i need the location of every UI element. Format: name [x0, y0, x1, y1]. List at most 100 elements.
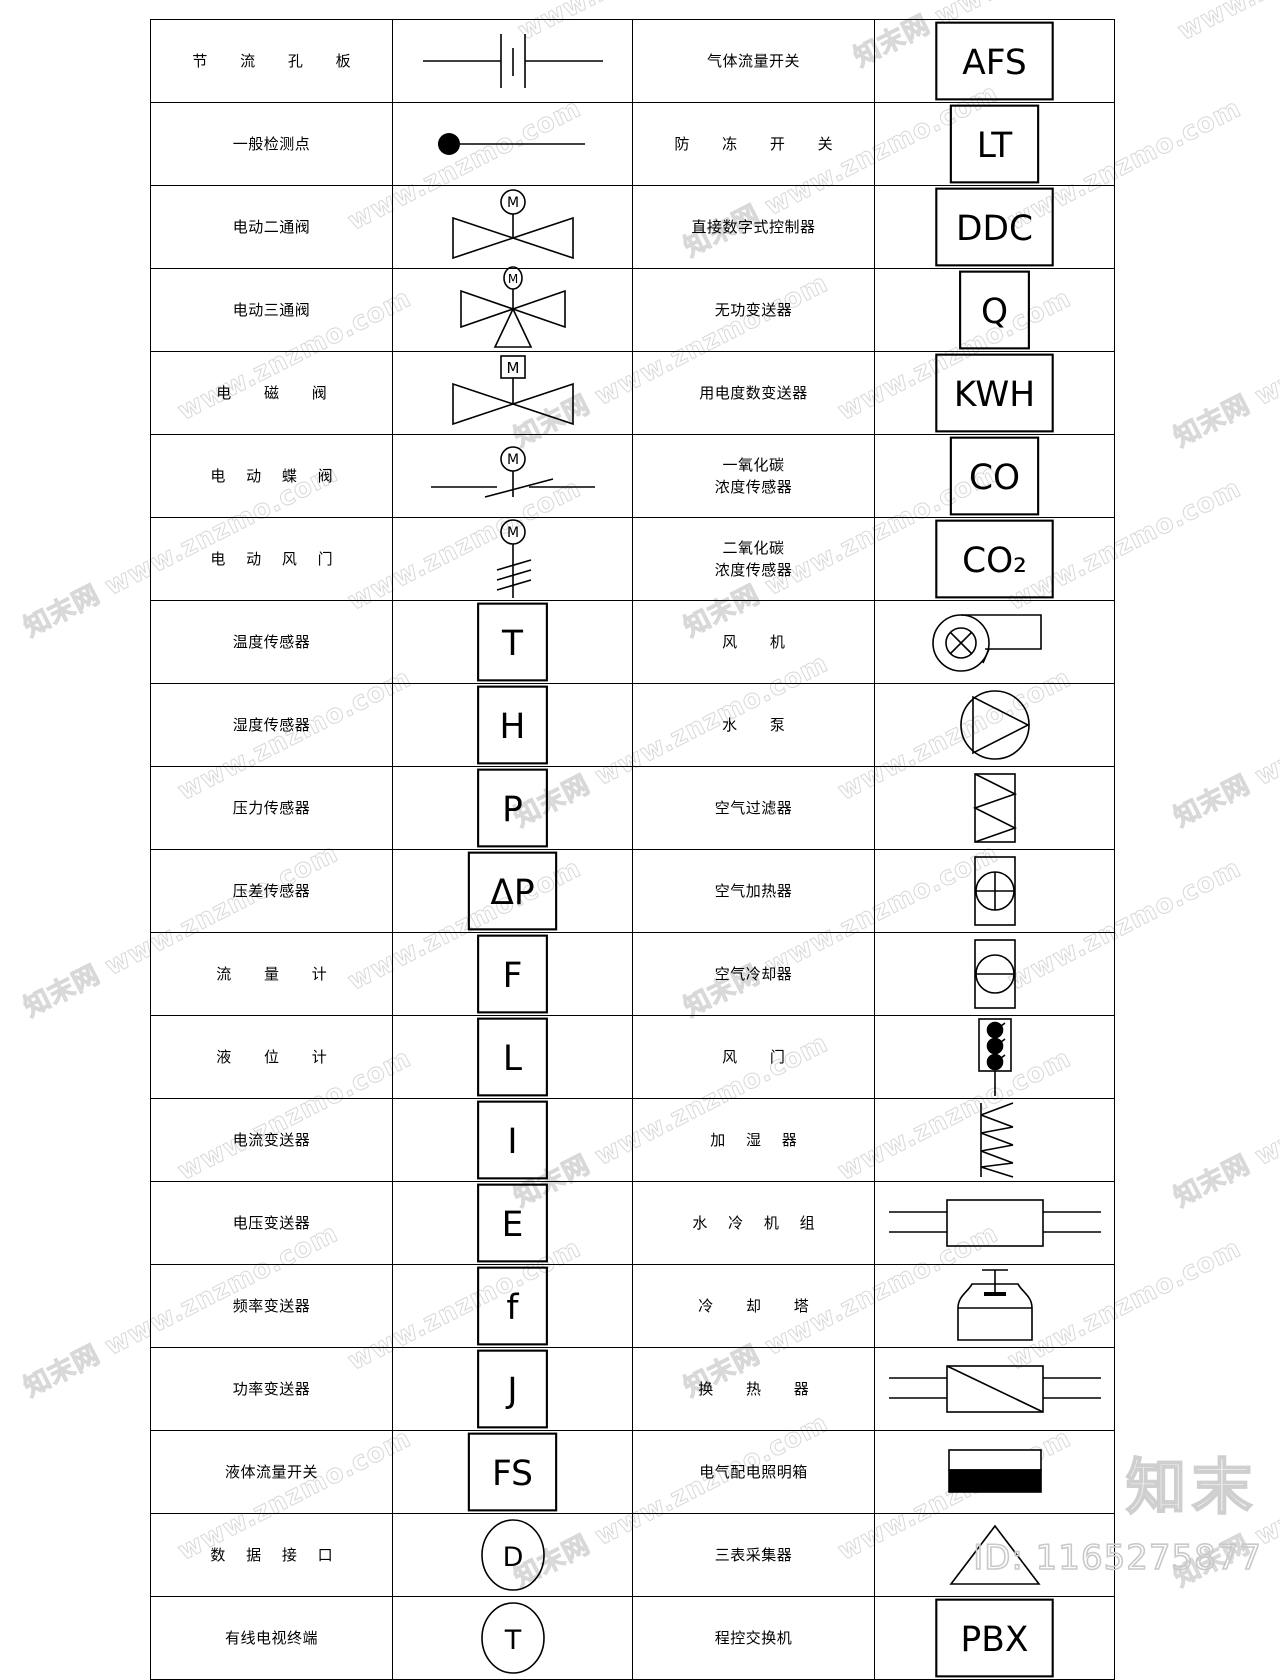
- right-label-cell: 换 热 器: [632, 1347, 875, 1431]
- right-label-cell: 防 冻 开 关: [632, 102, 875, 186]
- right-symbol-cell: [874, 600, 1115, 684]
- symbol-name-label: 用电度数变送器: [699, 383, 808, 402]
- right-symbol-cell: [874, 1098, 1115, 1182]
- svg-text:M: M: [506, 452, 518, 468]
- svg-text:M: M: [506, 195, 518, 211]
- left-symbol-cell: P: [392, 766, 633, 850]
- svg-text:LT: LT: [977, 126, 1013, 166]
- right-label-cell: 电气配电照明箱: [632, 1430, 875, 1514]
- symbol-name-label: 电 动 蝶 阀: [210, 466, 341, 485]
- symbol-name-label: 冷 却 塔: [698, 1296, 823, 1315]
- symbol-name-label: 水 泵: [722, 715, 799, 734]
- right-label-cell: 空气加热器: [632, 849, 875, 933]
- left-label-cell: 液 位 计: [150, 1015, 393, 1099]
- right-symbol-cell: [874, 849, 1115, 933]
- table-row: 压力传感器 P 空气过滤器: [150, 766, 1115, 850]
- symbol-name-label: 节 流 孔 板: [192, 51, 365, 70]
- symbol-box-text-icon: f: [393, 1265, 632, 1347]
- table-row: 节 流 孔 板 气体流量开关 AFS: [150, 19, 1115, 103]
- svg-text:Q: Q: [981, 292, 1008, 332]
- symbol-box-text-icon: T: [393, 601, 632, 683]
- svg-text:PBX: PBX: [961, 1620, 1029, 1660]
- symbol-name-label: 流 量 计: [216, 964, 341, 983]
- svg-text:f: f: [506, 1288, 519, 1328]
- symbol-cooling-tower-icon: [875, 1265, 1114, 1347]
- symbol-name-label: 气体流量开关: [706, 51, 800, 70]
- left-symbol-cell: M: [392, 434, 633, 518]
- table-row: 电 动 风 门 M 二氧化碳 浓度传感器 CO₂: [150, 517, 1115, 601]
- right-label-cell: 直接数字式控制器: [632, 185, 875, 269]
- watermark-text: www.znzmo.com: [1173, 0, 1280, 47]
- symbol-name-label: 有线电视终端: [224, 1628, 318, 1647]
- symbol-legend-table: 节 流 孔 板 气体流量开关 AFS 一般检测点 防 冻 开 关 LT 电动二通…: [150, 19, 1115, 1680]
- table-row: 压差传感器 ΔP 空气加热器: [150, 849, 1115, 933]
- symbol-box-text-icon: FS: [393, 1431, 632, 1513]
- symbol-heat-exchanger-icon: [875, 1348, 1114, 1430]
- symbol-name-label: 空气加热器: [714, 881, 793, 900]
- left-label-cell: 湿度传感器: [150, 683, 393, 767]
- right-label-cell: 一氧化碳 浓度传感器: [632, 434, 875, 518]
- symbol-air-filter-icon: [875, 767, 1114, 849]
- right-label-cell: 空气冷却器: [632, 932, 875, 1016]
- symbol-name-label: 液体流量开关: [224, 1462, 318, 1481]
- symbol-circle-text-icon: T: [393, 1597, 632, 1679]
- symbol-box-text-icon: F: [393, 933, 632, 1015]
- left-label-cell: 电流变送器: [150, 1098, 393, 1182]
- right-symbol-cell: CO: [874, 434, 1115, 518]
- table-row: 电 动 蝶 阀 M 一氧化碳 浓度传感器 CO: [150, 434, 1115, 518]
- left-label-cell: 电动三通阀: [150, 268, 393, 352]
- watermark-text: 知末网 www.znzmo.com: [1169, 648, 1280, 834]
- symbol-name-label: 直接数字式控制器: [691, 217, 816, 236]
- left-label-cell: 电 动 风 门: [150, 517, 393, 601]
- right-symbol-cell: [874, 1015, 1115, 1099]
- symbol-name-label: 空气过滤器: [714, 798, 793, 817]
- right-label-cell: 风 门: [632, 1015, 875, 1099]
- symbol-name-label: 程控交换机: [714, 1628, 793, 1647]
- right-label-cell: 用电度数变送器: [632, 351, 875, 435]
- table-row: 电流变送器 I 加 湿 器: [150, 1098, 1115, 1182]
- left-symbol-cell: T: [392, 1596, 633, 1680]
- symbol-box-text-icon: KWH: [875, 352, 1114, 434]
- symbol-box-text-icon: DDC: [875, 186, 1114, 268]
- left-label-cell: 数 据 接 口: [150, 1513, 393, 1597]
- left-symbol-cell: M: [392, 266, 633, 352]
- left-symbol-cell: J: [392, 1347, 633, 1431]
- right-symbol-cell: PBX: [874, 1596, 1115, 1680]
- left-label-cell: 节 流 孔 板: [150, 19, 393, 103]
- svg-text:ΔP: ΔP: [490, 873, 534, 913]
- symbol-solenoid-valve-icon: M: [393, 352, 632, 434]
- symbol-water-chiller-icon: [875, 1182, 1114, 1264]
- table-row: 流 量 计 F 空气冷却器: [150, 932, 1115, 1016]
- left-symbol-cell: I: [392, 1098, 633, 1182]
- symbol-name-label: 电动二通阀: [232, 217, 311, 236]
- svg-text:P: P: [502, 790, 523, 830]
- right-symbol-cell: [874, 766, 1115, 850]
- svg-text:T: T: [501, 624, 524, 664]
- right-symbol-cell: [874, 683, 1115, 767]
- svg-text:H: H: [500, 707, 526, 747]
- left-symbol-cell: M: [392, 351, 633, 435]
- symbol-box-text-icon: H: [393, 684, 632, 766]
- symbol-air-heater-icon: [875, 850, 1114, 932]
- left-label-cell: 有线电视终端: [150, 1596, 393, 1680]
- right-label-cell: 水 泵: [632, 683, 875, 767]
- symbol-name-label: 风 门: [722, 1047, 799, 1066]
- left-symbol-cell: FS: [392, 1430, 633, 1514]
- watermark-text: 知末网 www.znzmo.com: [1169, 268, 1280, 454]
- symbol-name-label: 一般检测点: [232, 134, 311, 153]
- right-symbol-cell: CO₂: [874, 517, 1115, 601]
- left-symbol-cell: [392, 102, 633, 186]
- right-label-cell: 无功变送器: [632, 268, 875, 352]
- symbol-fan-icon: [875, 601, 1114, 683]
- table-row: 电 磁 阀 M 用电度数变送器 KWH: [150, 351, 1115, 435]
- right-symbol-cell: AFS: [874, 19, 1115, 103]
- right-label-cell: 风 机: [632, 600, 875, 684]
- left-symbol-cell: M: [392, 517, 633, 601]
- svg-text:FS: FS: [492, 1454, 533, 1494]
- symbol-name-label: 数 据 接 口: [210, 1545, 341, 1564]
- symbol-name-label: 电气配电照明箱: [699, 1462, 808, 1481]
- symbol-name-label: 湿度传感器: [232, 715, 311, 734]
- svg-text:CO: CO: [969, 458, 1020, 498]
- right-label-cell: 空气过滤器: [632, 766, 875, 850]
- symbol-name-label: 频率变送器: [232, 1296, 311, 1315]
